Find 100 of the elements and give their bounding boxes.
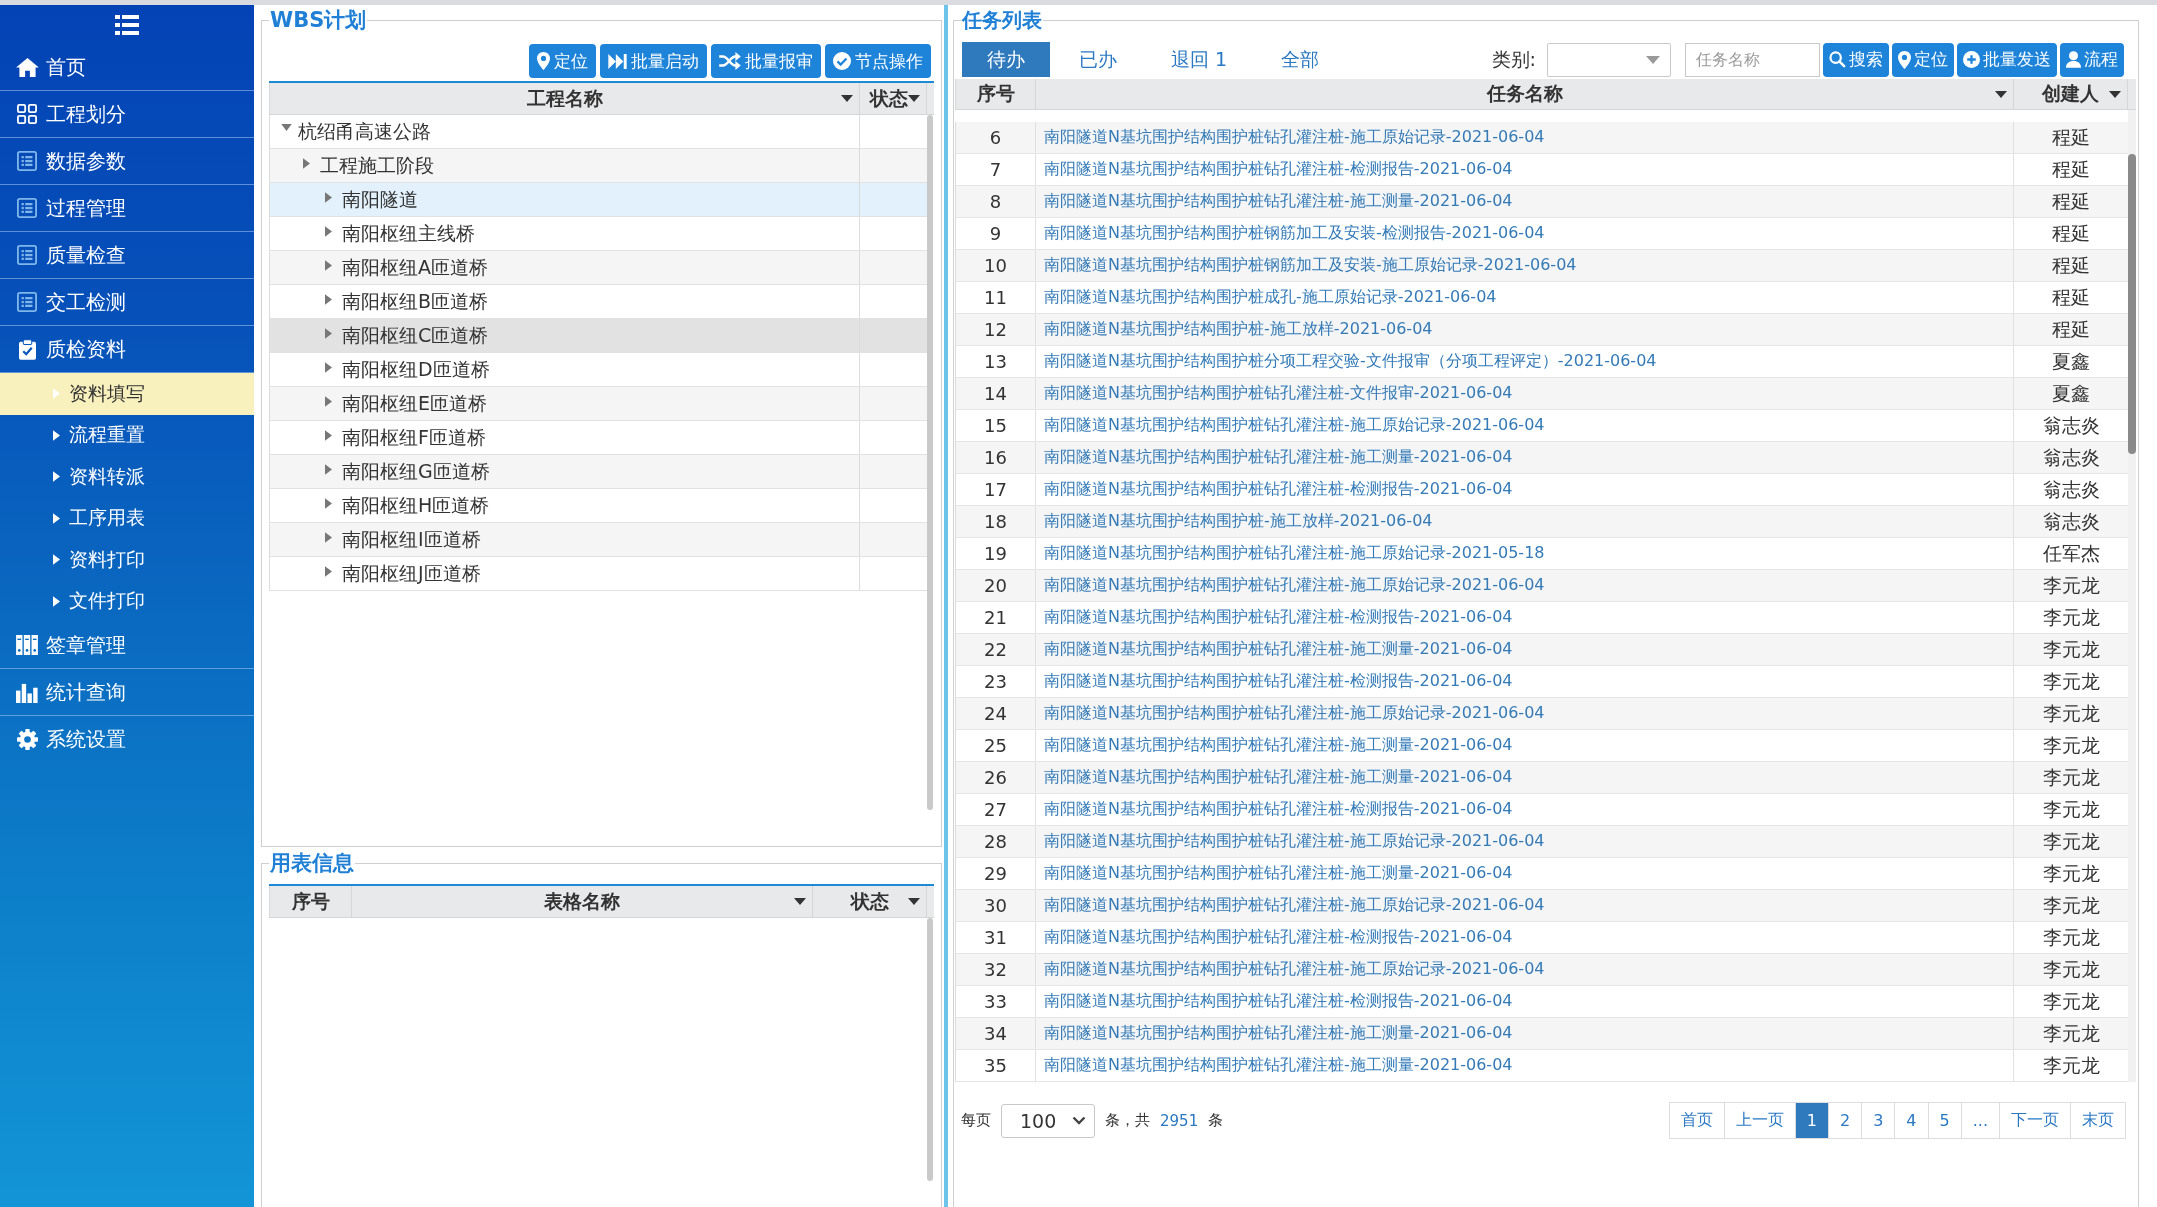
task-link[interactable]: 南阳隧道N基坑围护结构围护桩钻孔灌注桩-检测报告-2021-06-04 <box>1044 159 1513 180</box>
task-link[interactable]: 南阳隧道N基坑围护结构围护桩钻孔灌注桩-检测报告-2021-06-04 <box>1044 607 1513 628</box>
task-link[interactable]: 南阳隧道N基坑围护结构围护桩钢筋加工及安装-检测报告-2021-06-04 <box>1044 223 1545 244</box>
task-link[interactable]: 南阳隧道N基坑围护结构围护桩钻孔灌注桩-检测报告-2021-06-04 <box>1044 799 1513 820</box>
caret-icon[interactable] <box>908 95 920 102</box>
tree-row[interactable]: 南阳枢纽D匝道桥 <box>269 353 927 387</box>
triangle-icon[interactable] <box>325 566 332 577</box>
submenu-item[interactable]: 资料转派 <box>0 456 254 498</box>
tree-row[interactable]: 杭绍甬高速公路 <box>269 115 927 149</box>
triangle-icon[interactable] <box>325 396 332 407</box>
task-link[interactable]: 南阳隧道N基坑围护结构围护桩-施工放样-2021-06-04 <box>1044 511 1433 532</box>
nav-item[interactable]: 交工检测 <box>0 279 254 326</box>
tab[interactable]: 退回 1 <box>1146 42 1253 77</box>
tree-row[interactable]: 南阳枢纽F匝道桥 <box>269 421 927 455</box>
toolbar-button[interactable]: 定位 <box>1892 42 1954 77</box>
toolbar-button[interactable]: 批量报审 <box>711 44 821 78</box>
column-header[interactable]: 工程名称 <box>270 83 860 114</box>
tab[interactable]: 全部 <box>1256 42 1345 77</box>
task-link[interactable]: 南阳隧道N基坑围护结构围护桩钻孔灌注桩-施工原始记录-2021-06-04 <box>1044 831 1545 852</box>
task-link[interactable]: 南阳隧道N基坑围护结构围护桩钻孔灌注桩-施工原始记录-2021-06-04 <box>1044 575 1545 596</box>
task-link[interactable]: 南阳隧道N基坑围护结构围护桩钻孔灌注桩-文件报审-2021-06-04 <box>1044 383 1513 404</box>
toolbar-button[interactable]: 流程 <box>2060 42 2124 77</box>
nav-item[interactable]: 过程管理 <box>0 185 254 232</box>
column-header[interactable]: 任务名称 <box>1036 79 2014 109</box>
scrollbar[interactable] <box>927 918 933 1181</box>
task-link[interactable]: 南阳隧道N基坑围护结构围护桩钻孔灌注桩-施工测量-2021-06-04 <box>1044 735 1513 756</box>
tree-row[interactable]: 南阳枢纽B匝道桥 <box>269 285 927 319</box>
tree-row[interactable]: 南阳枢纽主线桥 <box>269 217 927 251</box>
menu-icon[interactable] <box>115 14 139 35</box>
column-header[interactable]: 创建人 <box>2014 79 2128 109</box>
task-link[interactable]: 南阳隧道N基坑围护结构围护桩钻孔灌注桩-施工原始记录-2021-06-04 <box>1044 895 1545 916</box>
task-link[interactable]: 南阳隧道N基坑围护结构围护桩分项工程交验-文件报审（分项工程评定）-2021-06-04 <box>1044 351 1657 372</box>
task-link[interactable]: 南阳隧道N基坑围护结构围护桩钻孔灌注桩-施工原始记录-2021-06-04 <box>1044 415 1545 436</box>
toolbar-button[interactable]: 批量发送 <box>1957 42 2057 77</box>
toolbar-button[interactable]: 批量启动 <box>600 44 707 78</box>
toolbar-button[interactable]: 节点操作 <box>825 44 931 78</box>
toolbar-button[interactable]: 搜索 <box>1823 42 1889 77</box>
caret-icon[interactable] <box>908 898 920 905</box>
nav-item[interactable]: 签章管理 <box>0 622 254 669</box>
column-header[interactable]: 状态 <box>813 886 927 917</box>
caret-icon[interactable] <box>2109 90 2121 98</box>
task-link[interactable]: 南阳隧道N基坑围护结构围护桩钻孔灌注桩-施工测量-2021-06-04 <box>1044 447 1513 468</box>
nav-item[interactable]: 统计查询 <box>0 669 254 716</box>
task-link[interactable]: 南阳隧道N基坑围护结构围护桩钻孔灌注桩-施工测量-2021-06-04 <box>1044 191 1513 212</box>
triangle-icon[interactable] <box>325 294 332 305</box>
triangle-icon[interactable] <box>325 362 332 373</box>
task-link[interactable]: 南阳隧道N基坑围护结构围护桩钻孔灌注桩-施工测量-2021-06-04 <box>1044 1055 1513 1076</box>
submenu-item[interactable]: 资料填写 <box>0 373 254 415</box>
nav-item[interactable]: 首页 <box>0 44 254 91</box>
scrollbar[interactable] <box>927 115 933 810</box>
toolbar-button[interactable]: 定位 <box>529 44 596 78</box>
column-header[interactable]: 表格名称 <box>352 886 813 917</box>
task-link[interactable]: 南阳隧道N基坑围护结构围护桩钻孔灌注桩-检测报告-2021-06-04 <box>1044 479 1513 500</box>
tree-row[interactable]: 南阳枢纽H匝道桥 <box>269 489 927 523</box>
tree-row[interactable]: 南阳枢纽J匝道桥 <box>269 557 927 591</box>
column-header[interactable]: 状态 <box>860 83 927 114</box>
tree-row[interactable]: 南阳枢纽A匝道桥 <box>269 251 927 285</box>
task-link[interactable]: 南阳隧道N基坑围护结构围护桩钻孔灌注桩-检测报告-2021-06-04 <box>1044 671 1513 692</box>
tree-row[interactable]: 南阳枢纽E匝道桥 <box>269 387 927 421</box>
tab[interactable]: 待办 <box>962 42 1050 77</box>
triangle-icon[interactable] <box>325 532 332 543</box>
task-link[interactable]: 南阳隧道N基坑围护结构围护桩钻孔灌注桩-施工测量-2021-06-04 <box>1044 639 1513 660</box>
scrollbar[interactable] <box>2128 154 2136 454</box>
nav-item[interactable]: 质量检查 <box>0 232 254 279</box>
task-link[interactable]: 南阳隧道N基坑围护结构围护桩钻孔灌注桩-施工测量-2021-06-04 <box>1044 1023 1513 1044</box>
triangle-icon[interactable] <box>325 498 332 509</box>
task-link[interactable]: 南阳隧道N基坑围护结构围护桩钻孔灌注桩-施工测量-2021-06-04 <box>1044 863 1513 884</box>
task-link[interactable]: 南阳隧道N基坑围护结构围护桩成孔-施工原始记录-2021-06-04 <box>1044 287 1497 308</box>
tree-row[interactable]: 南阳枢纽G匝道桥 <box>269 455 927 489</box>
nav-item[interactable]: 系统设置 <box>0 716 254 762</box>
search-field[interactable]: 任务名称 <box>1685 42 1820 77</box>
triangle-icon[interactable] <box>325 192 332 203</box>
task-link[interactable]: 南阳隧道N基坑围护结构围护桩钻孔灌注桩-施工原始记录-2021-06-04 <box>1044 959 1545 980</box>
caret-icon[interactable] <box>841 95 853 102</box>
submenu-item[interactable]: 文件打印 <box>0 580 254 622</box>
task-link[interactable]: 南阳隧道N基坑围护结构围护桩钻孔灌注桩-施工原始记录-2021-06-04 <box>1044 127 1545 148</box>
triangle-icon[interactable] <box>325 430 332 441</box>
tree-row[interactable]: 工程施工阶段 <box>269 149 927 183</box>
page-size-select[interactable]: 100 <box>1001 1103 1095 1138</box>
triangle-icon[interactable] <box>303 158 310 169</box>
submenu-item[interactable]: 资料打印 <box>0 539 254 581</box>
tree-row[interactable]: 南阳隧道 <box>269 183 927 217</box>
page-button[interactable]: 1 <box>1794 1103 1828 1138</box>
submenu-item[interactable]: 工序用表 <box>0 497 254 539</box>
task-link[interactable]: 南阳隧道N基坑围护结构围护桩钢筋加工及安装-施工原始记录-2021-06-04 <box>1044 255 1577 276</box>
task-link[interactable]: 南阳隧道N基坑围护结构围护桩钻孔灌注桩-检测报告-2021-06-04 <box>1044 927 1513 948</box>
triangle-icon[interactable] <box>325 260 332 271</box>
submenu-item[interactable]: 流程重置 <box>0 414 254 456</box>
nav-item[interactable]: 数据参数 <box>0 138 254 185</box>
triangle-icon[interactable] <box>325 464 332 475</box>
nav-item[interactable]: 工程划分 <box>0 91 254 138</box>
task-link[interactable]: 南阳隧道N基坑围护结构围护桩-施工放样-2021-06-04 <box>1044 319 1433 340</box>
caret-icon[interactable] <box>1995 90 2007 98</box>
task-link[interactable]: 南阳隧道N基坑围护结构围护桩钻孔灌注桩-施工原始记录-2021-05-18 <box>1044 543 1545 564</box>
tab[interactable]: 已办 <box>1054 42 1142 77</box>
triangle-icon[interactable] <box>325 328 332 339</box>
task-link[interactable]: 南阳隧道N基坑围护结构围护桩钻孔灌注桩-施工测量-2021-06-04 <box>1044 767 1513 788</box>
task-link[interactable]: 南阳隧道N基坑围护结构围护桩钻孔灌注桩-检测报告-2021-06-04 <box>1044 991 1513 1012</box>
caret-icon[interactable] <box>794 898 806 905</box>
triangle-icon[interactable] <box>281 124 292 131</box>
